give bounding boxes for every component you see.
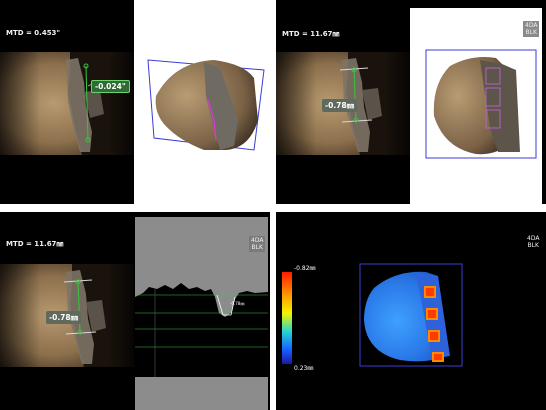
depth-measurement[interactable]: -0.78㎜ [46,311,82,324]
mtd-label: MTD = 11.67㎜ [282,30,340,38]
mtd-label: MTD = 0.453" [6,29,61,37]
badge-line2: BLK [527,242,539,249]
scale-min-label: 0.23㎜ [294,365,314,372]
badge-line2: BLK [251,244,263,251]
depth-measurement[interactable]: -0.024" [91,80,130,93]
badge-line1: 4DA [525,22,538,29]
camera-view [0,52,134,155]
measurement-panel-bottom-left: MTD = 11.67㎜ -0.78㎜ -0.78㎜ 4DA BLK [0,212,270,410]
profile-marker: -0.78㎜ [230,301,245,306]
measurement-panel-top-left: MTD = 0.453" -0.024" [0,0,270,204]
measurement-panel-top-right: MTD = 11.67㎜ -0.78㎜ 4DA BLK [276,0,546,204]
scale-max-label: -0.82㎜ [294,265,316,272]
heatmap-scale-icon [282,272,292,364]
badge-line1: 4DA [527,235,540,242]
measurement-panel-bottom-right: 4DA BLK -0.82㎜ 0.23㎜ [276,212,546,410]
badge-line1: 4DA [251,237,264,244]
3d-point-cloud-view[interactable] [134,0,270,204]
mtd-label: MTD = 11.67㎜ [6,240,64,248]
view-mode-badge: 4DA BLK [523,21,540,37]
3d-point-cloud-view[interactable] [410,8,542,204]
depth-heatmap[interactable] [356,260,466,370]
depth-measurement[interactable]: -0.78㎜ [322,99,358,112]
badge-line2: BLK [525,29,537,36]
view-mode-badge: 4DA BLK [249,236,266,252]
view-mode-badge: 4DA BLK [525,234,541,250]
